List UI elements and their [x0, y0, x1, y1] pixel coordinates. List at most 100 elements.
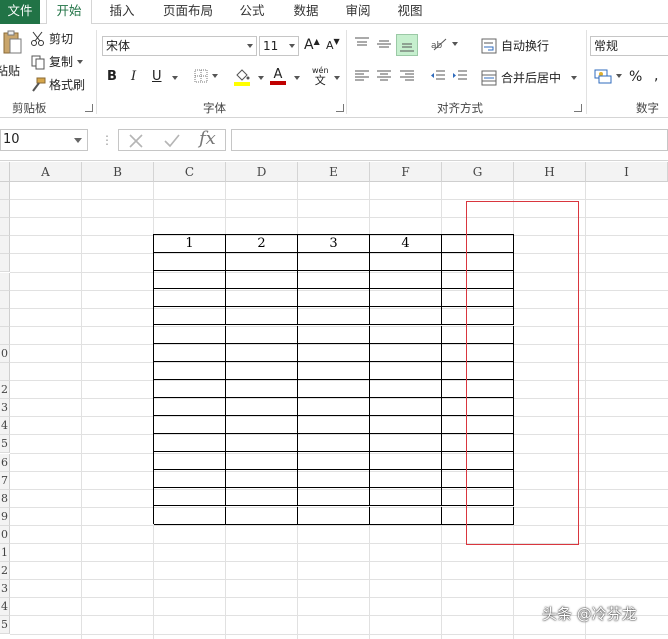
font-color-button[interactable]: A: [270, 68, 286, 85]
row-header[interactable]: [0, 290, 10, 309]
number-format-select[interactable]: 常规: [590, 36, 668, 56]
table-cell[interactable]: [226, 506, 298, 525]
row-header[interactable]: [0, 254, 10, 273]
table-cell[interactable]: [154, 253, 226, 272]
table-cell[interactable]: [298, 506, 370, 525]
tab-file[interactable]: 文件: [0, 0, 40, 24]
table-cell[interactable]: [154, 397, 226, 416]
table-cell[interactable]: [226, 488, 298, 507]
phonetic-button[interactable]: wén 文: [312, 66, 329, 86]
tab-data[interactable]: 数据: [284, 0, 328, 24]
column-header-h[interactable]: H: [514, 162, 586, 182]
row-header[interactable]: 8: [0, 489, 10, 508]
column-header-a[interactable]: A: [10, 162, 82, 182]
table-cell[interactable]: [370, 470, 442, 489]
row-header[interactable]: [0, 308, 10, 327]
wrap-text-button[interactable]: 自动换行: [481, 37, 549, 54]
row-header[interactable]: 4: [0, 598, 10, 617]
table-cell[interactable]: [370, 307, 442, 326]
table-header-cell[interactable]: 3: [298, 235, 370, 254]
align-bottom-button[interactable]: [396, 34, 418, 56]
tab-insert[interactable]: 插入: [100, 0, 144, 24]
chevron-down-icon[interactable]: [294, 76, 300, 80]
table-cell[interactable]: [370, 271, 442, 290]
chevron-down-icon[interactable]: [212, 74, 218, 78]
font-size-select[interactable]: 11: [259, 36, 299, 56]
table-cell[interactable]: [298, 307, 370, 326]
table-cell[interactable]: [226, 470, 298, 489]
table-cell[interactable]: [370, 361, 442, 380]
insert-function-icon[interactable]: fx: [199, 128, 216, 149]
table-cell[interactable]: [298, 397, 370, 416]
table-header-cell[interactable]: 1: [154, 235, 226, 254]
table-cell[interactable]: [154, 325, 226, 344]
cancel-icon[interactable]: [127, 132, 145, 150]
table-cell[interactable]: [226, 325, 298, 344]
name-box[interactable]: 10: [0, 129, 88, 151]
column-header-b[interactable]: B: [82, 162, 154, 182]
bold-button[interactable]: B: [107, 69, 117, 84]
table-cell[interactable]: [370, 397, 442, 416]
table-cell[interactable]: [154, 434, 226, 453]
row-header[interactable]: 7: [0, 471, 10, 490]
tab-view[interactable]: 视图: [388, 0, 432, 24]
table-cell[interactable]: [370, 325, 442, 344]
row-header[interactable]: [0, 236, 10, 255]
grow-font-button[interactable]: A ▲: [304, 37, 320, 54]
table-header-cell[interactable]: 2: [226, 235, 298, 254]
table-cell[interactable]: [370, 253, 442, 272]
table-cell[interactable]: [226, 289, 298, 308]
align-middle-button[interactable]: [376, 36, 392, 52]
table-cell[interactable]: [370, 434, 442, 453]
row-header[interactable]: 2: [0, 562, 10, 581]
select-all-corner[interactable]: [0, 162, 10, 182]
tab-review[interactable]: 审阅: [336, 0, 380, 24]
enter-check-icon[interactable]: [163, 132, 181, 150]
tab-home[interactable]: 开始: [46, 0, 92, 25]
row-header[interactable]: [0, 363, 10, 381]
table-cell[interactable]: [370, 289, 442, 308]
formula-bar-grip-icon[interactable]: ⋮: [101, 133, 113, 147]
row-header[interactable]: 3: [0, 399, 10, 418]
row-header[interactable]: 2: [0, 381, 10, 400]
chevron-down-icon[interactable]: [452, 42, 458, 46]
table-header-cell[interactable]: 4: [370, 235, 442, 254]
table-cell[interactable]: [154, 506, 226, 525]
table-cell[interactable]: [154, 361, 226, 380]
row-header[interactable]: [0, 182, 10, 200]
row-header[interactable]: 5: [0, 435, 10, 454]
table-cell[interactable]: [298, 452, 370, 471]
fill-color-button[interactable]: [234, 68, 250, 86]
table-cell[interactable]: [370, 379, 442, 398]
table-cell[interactable]: [226, 253, 298, 272]
font-launcher-icon[interactable]: [336, 104, 344, 112]
shrink-font-button[interactable]: A ▼: [326, 37, 340, 52]
chevron-down-icon[interactable]: [77, 59, 84, 64]
underline-button[interactable]: U: [152, 69, 162, 84]
column-header-c[interactable]: C: [154, 162, 226, 182]
table-cell[interactable]: [226, 379, 298, 398]
copy-button[interactable]: 复制: [30, 53, 84, 70]
table-cell[interactable]: [298, 361, 370, 380]
row-header[interactable]: 1: [0, 544, 10, 562]
table-cell[interactable]: [154, 488, 226, 507]
alignment-launcher-icon[interactable]: [574, 104, 582, 112]
table-cell[interactable]: [298, 253, 370, 272]
row-header[interactable]: [0, 326, 10, 345]
row-header[interactable]: 4: [0, 417, 10, 436]
comma-style-button[interactable]: ,: [654, 68, 658, 84]
table-cell[interactable]: [154, 307, 226, 326]
formula-input[interactable]: [231, 129, 668, 151]
table-cell[interactable]: [370, 416, 442, 435]
row-header[interactable]: 6: [0, 453, 10, 472]
tab-formulas[interactable]: 公式: [230, 0, 274, 24]
table-cell[interactable]: [370, 343, 442, 362]
row-header[interactable]: [0, 200, 10, 219]
table-cell[interactable]: [154, 271, 226, 290]
align-center-button[interactable]: [376, 69, 392, 83]
table-cell[interactable]: [298, 325, 370, 344]
clipboard-launcher-icon[interactable]: [85, 104, 93, 112]
table-cell[interactable]: [298, 379, 370, 398]
increase-indent-button[interactable]: [452, 69, 468, 83]
align-left-button[interactable]: [354, 69, 370, 83]
